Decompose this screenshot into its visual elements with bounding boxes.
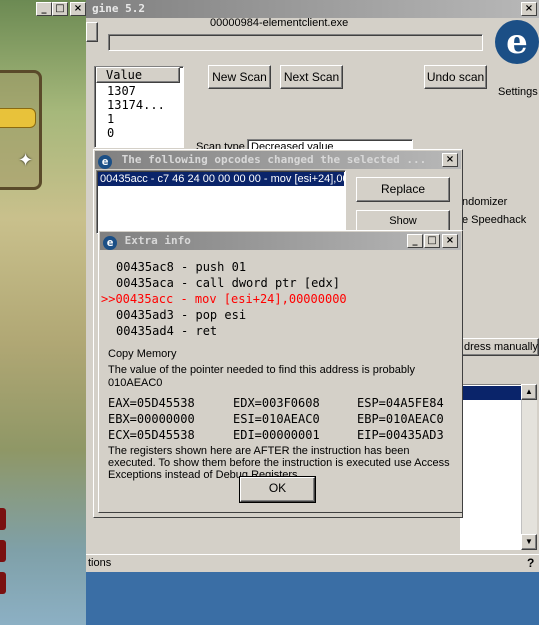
- show-disassembler-button[interactable]: Show disassembler: [356, 210, 450, 247]
- register-edx: EDX=003F0608: [233, 396, 320, 410]
- address-table[interactable]: [460, 384, 526, 550]
- ce-close-button[interactable]: ×: [521, 2, 537, 16]
- game-red-button-3[interactable]: [0, 572, 6, 594]
- address-table-scrollbar[interactable]: [521, 384, 537, 550]
- opcodes-dialog-titlebar: e The following opcodes changed the sele…: [95, 151, 461, 169]
- cheat-engine-logo-icon[interactable]: e: [495, 20, 539, 64]
- advanced-options-label[interactable]: tions: [88, 557, 111, 569]
- value-column-header: Value: [106, 68, 143, 82]
- results-list-header[interactable]: Value: [96, 67, 180, 83]
- ok-button[interactable]: OK: [239, 476, 316, 503]
- register-eax: EAX=05D45538: [108, 396, 195, 410]
- speedhack-checkbox-label[interactable]: e Speedhack: [462, 214, 526, 226]
- register-ebp: EBP=010AEAC0: [357, 412, 444, 426]
- next-scan-button[interactable]: Next Scan: [280, 65, 343, 89]
- status-bar: [86, 554, 539, 572]
- register-esp: ESP=04A5FE84: [357, 396, 444, 410]
- copy-memory-link[interactable]: Copy Memory: [108, 348, 176, 360]
- new-scan-button[interactable]: New Scan: [208, 65, 271, 89]
- extra-info-maximize-button[interactable]: □: [424, 234, 440, 248]
- randomizer-checkbox-label[interactable]: ndomizer: [462, 196, 507, 208]
- scan-progress-bar: [108, 34, 483, 51]
- ce-titlebar: gine 5.2: [86, 0, 539, 18]
- scroll-up-button[interactable]: ▲: [521, 384, 537, 400]
- extra-info-title: Extra info: [124, 234, 191, 247]
- ce-small-icon: e: [103, 236, 117, 250]
- desktop-background: [86, 572, 539, 625]
- result-row[interactable]: 1307: [107, 84, 136, 98]
- pointer-text: The value of the pointer needed to find …: [108, 364, 415, 376]
- register-esi: ESI=010AEAC0: [233, 412, 320, 426]
- process-name: 00000984-elementclient.exe: [210, 17, 349, 29]
- opcode-entry-selected[interactable]: 00435acc - c7 46 24 00 00 00 00 - mov [e…: [98, 172, 344, 186]
- opcodes-dialog-close-button[interactable]: ×: [442, 153, 458, 167]
- game-red-button-2[interactable]: [0, 540, 6, 562]
- code-line: 00435ad4 - ret: [116, 324, 218, 338]
- code-line-highlighted: >>00435acc - mov [esi+24],00000000: [101, 292, 347, 306]
- game-cursor-icon: ✦: [18, 150, 34, 170]
- process-icon-button[interactable]: [86, 22, 98, 42]
- registers-note: The registers shown here are AFTER the i…: [108, 445, 450, 481]
- help-button[interactable]: ?: [527, 556, 534, 570]
- address-table-selected-row[interactable]: [460, 386, 526, 400]
- register-ecx: ECX=05D45538: [108, 428, 195, 442]
- register-ebx: EBX=00000000: [108, 412, 195, 426]
- code-line: 00435aca - call dword ptr [edx]: [116, 276, 340, 290]
- result-row[interactable]: 0: [107, 126, 114, 140]
- game-yellow-tab[interactable]: [0, 108, 36, 128]
- game-window: ✦: [0, 0, 100, 625]
- game-close-button[interactable]: ×: [70, 2, 86, 16]
- replace-button[interactable]: Replace: [356, 177, 450, 202]
- pointer-value: 010AEAC0: [108, 377, 163, 389]
- game-red-button-1[interactable]: [0, 508, 6, 530]
- extra-info-close-button[interactable]: ×: [442, 234, 458, 248]
- add-address-manually-button[interactable]: dress manually: [460, 338, 539, 356]
- result-row[interactable]: 1: [107, 112, 114, 126]
- game-maximize-button[interactable]: □: [52, 2, 68, 16]
- code-line: 00435ad3 - pop esi: [116, 308, 247, 322]
- ce-small-icon: e: [98, 155, 112, 169]
- settings-link[interactable]: Settings: [498, 86, 538, 98]
- register-eip: EIP=00435AD3: [357, 428, 444, 442]
- scroll-down-button[interactable]: ▼: [521, 534, 537, 550]
- extra-info-minimize-button[interactable]: _: [407, 234, 423, 248]
- result-row[interactable]: 13174...: [107, 98, 165, 112]
- game-minimize-button[interactable]: _: [36, 2, 52, 16]
- undo-scan-button[interactable]: Undo scan: [424, 65, 487, 89]
- code-line: 00435ac8 - push 01: [116, 260, 247, 274]
- register-edi: EDI=00000001: [233, 428, 320, 442]
- opcodes-dialog-title: The following opcodes changed the select…: [121, 153, 427, 166]
- ce-title-text: gine 5.2: [92, 2, 145, 15]
